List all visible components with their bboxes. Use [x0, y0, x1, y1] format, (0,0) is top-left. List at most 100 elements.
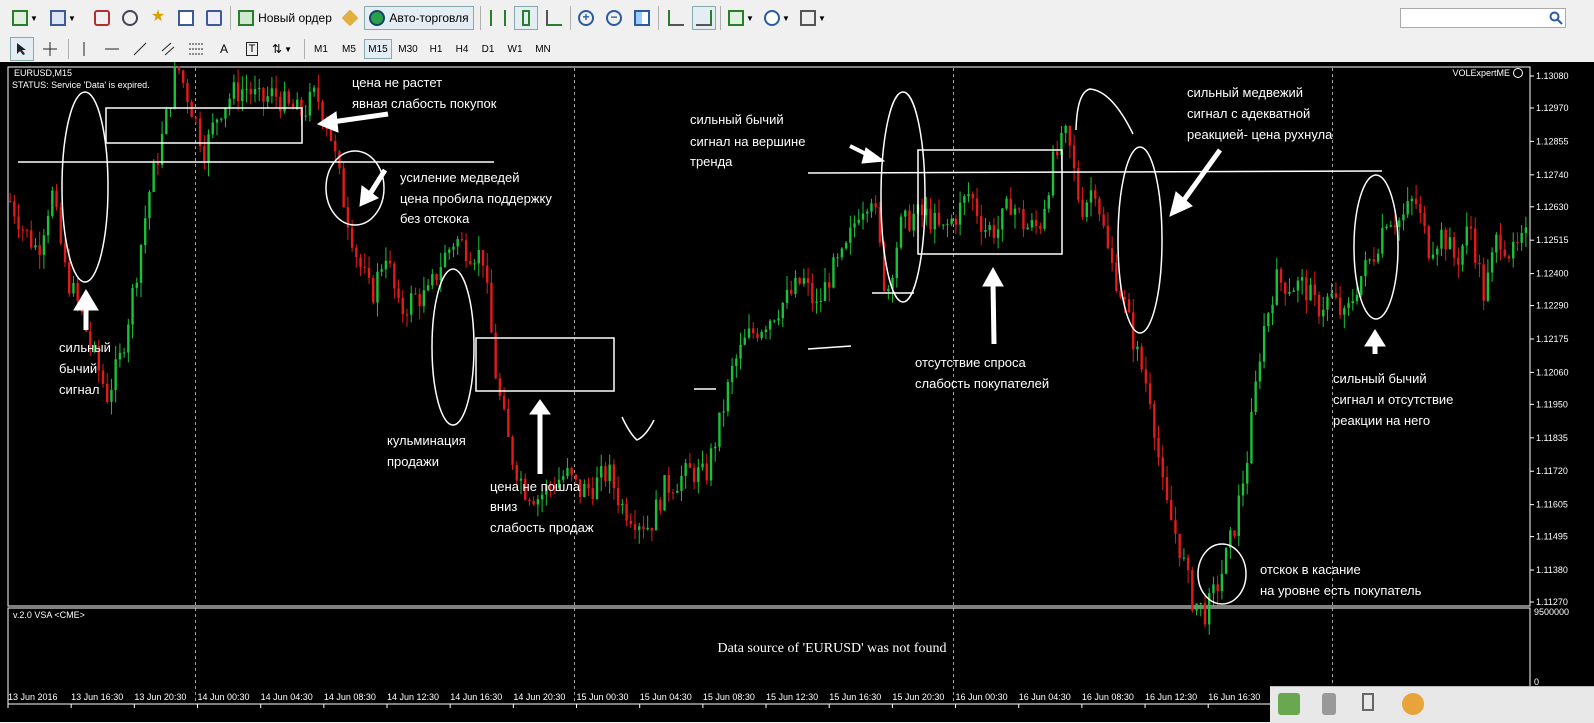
chart-shift-button[interactable]	[692, 6, 716, 30]
data-window-button[interactable]	[118, 6, 142, 30]
candle-body	[1338, 297, 1342, 315]
nvidia-icon[interactable]	[1278, 693, 1300, 715]
candle-body	[608, 464, 611, 482]
candle-body	[811, 283, 814, 304]
timeframe-w1[interactable]: W1	[502, 39, 528, 59]
candle-body	[1191, 570, 1194, 611]
text-tool-button[interactable]: A	[212, 37, 236, 61]
new-chart-button[interactable]: ▼	[8, 6, 42, 30]
candle-body	[1423, 213, 1426, 227]
auto-trading-label: Авто-торговля	[389, 11, 469, 25]
bar-chart-button[interactable]	[486, 6, 510, 30]
candle-body	[718, 412, 721, 447]
candle-body	[726, 382, 730, 412]
candle-body	[25, 229, 29, 231]
market-watch-button[interactable]	[90, 6, 114, 30]
device-icon[interactable]	[1362, 693, 1374, 711]
text-label-tool-button[interactable]: T	[240, 37, 264, 61]
candle-body	[980, 216, 983, 232]
metaeditor-button[interactable]	[338, 6, 362, 30]
arrows-tool-button[interactable]: ⇅ ▼	[266, 37, 298, 61]
tile-windows-icon	[634, 10, 650, 26]
candle-body	[511, 436, 514, 466]
chart-status-text: STATUS: Service 'Data' is expired.	[12, 80, 150, 90]
candle-body	[659, 499, 662, 511]
candle-body	[1153, 404, 1156, 438]
annotation-late-bull-3: реакции на него	[1333, 413, 1430, 428]
auto-trading-button[interactable]: Авто-торговля	[364, 6, 474, 30]
candle-body	[498, 378, 502, 396]
timeframe-m5[interactable]: M5	[336, 39, 362, 59]
terminal-button[interactable]	[174, 6, 198, 30]
candle-body	[1495, 234, 1498, 253]
cursor-tool-button[interactable]	[10, 37, 34, 61]
horizontal-line-button[interactable]	[100, 37, 124, 61]
horizontal-line-icon	[105, 48, 119, 50]
price-label: 1.12175	[1536, 334, 1569, 344]
time-label: 15 Jun 04:30	[640, 692, 692, 702]
candle-body	[1275, 269, 1278, 305]
zoom-in-button[interactable]: +	[574, 6, 598, 30]
trendline-icon	[133, 42, 147, 56]
search-icon[interactable]	[1546, 8, 1566, 28]
candle-body	[1313, 284, 1316, 295]
candle-body	[1279, 269, 1283, 283]
periods-button[interactable]: ▼	[762, 6, 792, 30]
strategy-tester-button[interactable]	[202, 6, 226, 30]
price-label: 1.12855	[1536, 136, 1569, 146]
templates-button[interactable]: ▼	[798, 6, 828, 30]
fibonacci-button[interactable]	[184, 37, 208, 61]
usb-drive-icon[interactable]	[1322, 693, 1336, 715]
candle-body	[663, 475, 666, 511]
candle-body	[215, 119, 219, 123]
timeframe-h1[interactable]: H1	[424, 39, 448, 59]
time-label: 16 Jun 08:30	[1082, 692, 1134, 702]
timeframe-d1[interactable]: D1	[476, 39, 500, 59]
line-chart-button[interactable]	[542, 6, 566, 30]
chart-window[interactable]: EURUSD,M15 STATUS: Service 'Data' is exp…	[0, 62, 1594, 722]
candle-body	[933, 212, 936, 230]
timeframe-m15[interactable]: M15	[364, 39, 392, 59]
trendline-button[interactable]	[128, 37, 152, 61]
timeframe-m1[interactable]: M1	[308, 39, 334, 59]
candle-body	[1296, 280, 1300, 291]
candle-body	[1469, 226, 1473, 229]
candle-body	[988, 225, 991, 231]
candle-body	[139, 245, 143, 283]
price-label: 1.11835	[1536, 433, 1568, 443]
candlestick-button[interactable]	[514, 6, 538, 30]
vertical-line-button[interactable]	[72, 37, 96, 61]
autoscroll-button[interactable]	[664, 6, 688, 30]
indicators-button[interactable]: ▼	[726, 6, 756, 30]
timeframe-h4[interactable]: H4	[450, 39, 474, 59]
candle-body	[38, 245, 41, 255]
terminal-icon	[178, 10, 194, 26]
search-input[interactable]	[1400, 8, 1566, 28]
crosshair-tool-button[interactable]	[38, 37, 62, 61]
candle-body	[1136, 346, 1139, 350]
candle-body	[135, 282, 138, 288]
candle-body	[1499, 234, 1502, 250]
price-label: 1.11950	[1536, 399, 1568, 409]
new-order-icon	[238, 10, 255, 26]
timeframe-m30[interactable]: M30	[394, 39, 422, 59]
time-label: 14 Jun 16:30	[450, 692, 502, 702]
profiles-button[interactable]: ▼	[46, 6, 80, 30]
tile-windows-button[interactable]	[630, 6, 654, 30]
chart-canvas[interactable]: EURUSD,M15 STATUS: Service 'Data' is exp…	[0, 62, 1594, 722]
candle-body	[34, 245, 37, 248]
price-label: 1.12060	[1536, 367, 1569, 377]
new-order-button[interactable]: Новый ордер	[235, 6, 335, 30]
app-tray-icon[interactable]	[1402, 693, 1424, 715]
candle-body	[747, 328, 751, 338]
candle-body	[642, 526, 645, 530]
equidistant-channel-button[interactable]	[156, 37, 180, 61]
candle-body	[68, 262, 71, 294]
timeframe-mn[interactable]: MN	[530, 39, 556, 59]
candle-body	[1360, 276, 1363, 295]
candle-body	[1355, 294, 1359, 302]
zoom-out-button[interactable]: −	[602, 6, 626, 30]
candle-body	[388, 260, 392, 264]
navigator-button[interactable]: ★	[146, 6, 170, 30]
arrow-down-left-2	[1181, 148, 1223, 202]
